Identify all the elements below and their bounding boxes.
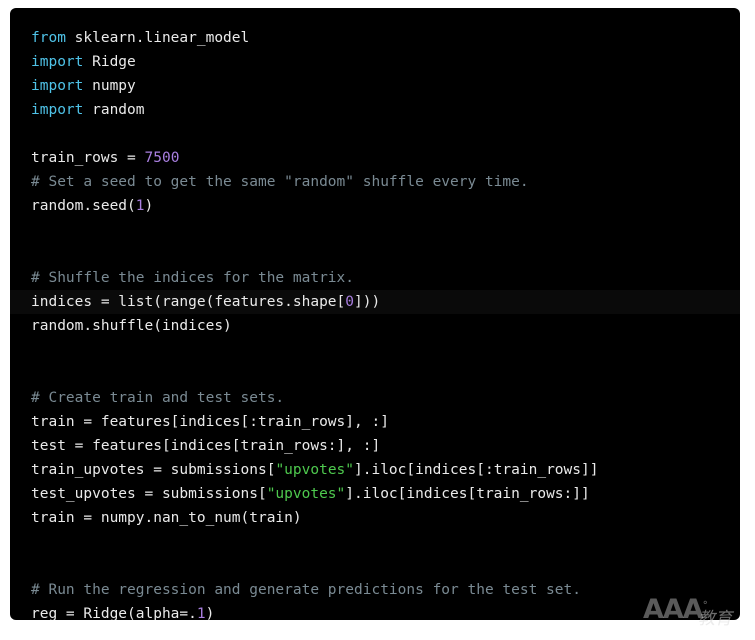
code-line: train_upvotes = submissions["upvotes"].i… <box>10 458 740 482</box>
code-token: test_upvotes = submissions[ <box>31 486 267 502</box>
code-line: from sklearn.linear_model <box>10 26 740 50</box>
code-token: 1 <box>135 198 145 214</box>
code-line: import Ridge <box>10 50 740 74</box>
code-token: from <box>31 30 66 46</box>
code-line: # Create train and test sets. <box>10 386 740 410</box>
code-line: train = features[indices[:train_rows], :… <box>10 410 740 434</box>
code-line: random.seed(1) <box>10 194 740 218</box>
code-token: import <box>31 54 84 70</box>
code-token: train = features[indices[:train_rows], :… <box>31 414 389 430</box>
code-token: ])) <box>354 294 381 310</box>
code-token: "upvotes" <box>266 486 346 502</box>
code-token: 1 <box>196 606 206 620</box>
code-token: "upvotes" <box>275 462 355 478</box>
code-token: 7500 <box>144 150 180 166</box>
code-line: # Shuffle the indices for the matrix. <box>10 266 740 290</box>
code-line: random.shuffle(indices) <box>10 314 740 338</box>
code-line: train = numpy.nan_to_num(train) <box>10 506 740 530</box>
code-token: # Run the regression and generate predic… <box>31 582 581 598</box>
code-block[interactable]: from sklearn.linear_model import Ridge imp… <box>10 26 740 620</box>
code-line: reg = Ridge(alpha=.1) <box>10 602 740 620</box>
code-line: train_rows = 7500 <box>10 146 740 170</box>
code-token: random <box>83 102 145 118</box>
code-card: from sklearn.linear_model import Ridge imp… <box>10 8 740 620</box>
code-token: train_rows = <box>31 150 145 166</box>
code-token: # Shuffle the indices for the matrix. <box>31 270 355 286</box>
code-line: import random <box>10 98 740 122</box>
code-token: ) <box>205 606 215 620</box>
code-token: 0 <box>345 294 355 310</box>
code-token: random.shuffle(indices) <box>31 318 232 334</box>
code-line: # Set a seed to get the same "random" sh… <box>10 170 740 194</box>
code-token: reg = Ridge(alpha=. <box>31 606 197 620</box>
code-token: import <box>31 102 84 118</box>
code-token: train_upvotes = submissions[ <box>31 462 276 478</box>
code-token: indices = list(range(features.shape[ <box>31 294 346 310</box>
code-token: import <box>31 78 84 94</box>
code-token: sklearn.linear_model <box>65 30 250 46</box>
code-token: ) <box>144 198 154 214</box>
code-token: Ridge <box>83 54 136 70</box>
code-token: train = numpy.nan_to_num(train) <box>31 510 302 526</box>
code-line: import numpy <box>10 74 740 98</box>
code-line: # Run the regression and generate predic… <box>10 578 740 602</box>
code-token: random.seed( <box>31 198 136 214</box>
code-line: test = features[indices[train_rows:], :] <box>10 434 740 458</box>
code-token: ].iloc[indices[:train_rows]] <box>354 462 599 478</box>
code-token: ].iloc[indices[train_rows:]] <box>345 486 590 502</box>
code-token: # Create train and test sets. <box>31 390 285 406</box>
code-token: numpy <box>83 78 136 94</box>
code-line: test_upvotes = submissions["upvotes"].il… <box>10 482 740 506</box>
code-line: indices = list(range(features.shape[0])) <box>10 290 740 314</box>
code-token: test = features[indices[train_rows:], :] <box>31 438 381 454</box>
code-token: # Set a seed to get the same "random" sh… <box>31 174 529 190</box>
